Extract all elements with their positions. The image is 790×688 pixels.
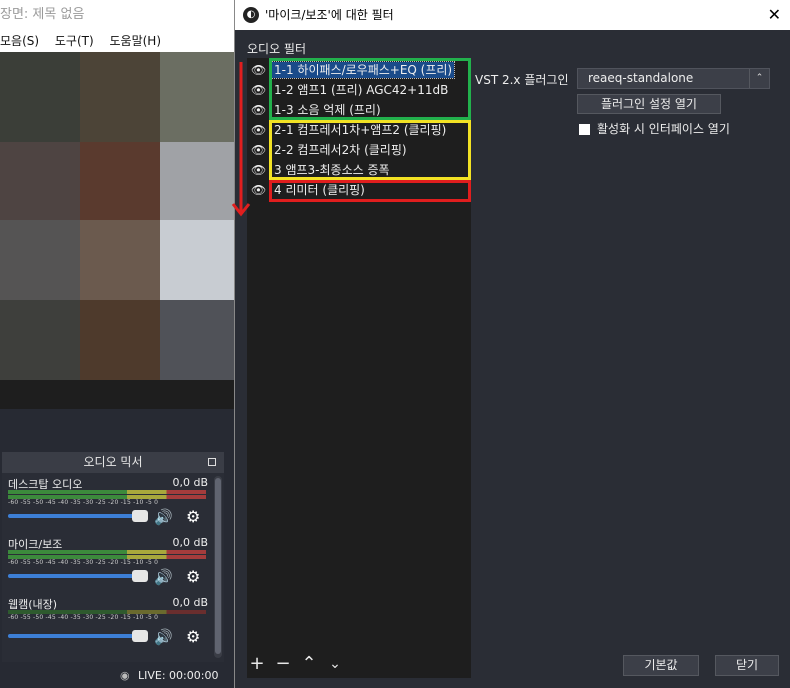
obs-logo-icon: ◐ — [243, 7, 259, 23]
dialog-title: '마이크/보조'에 대한 필터 — [265, 8, 394, 22]
plugin-select[interactable]: reaeq-standalone ⌃ — [577, 68, 770, 89]
obs-main-window: 장면: 제목 없음 모음(S) 도구(T) 도움말(H) 오디오 믹서 데스크탑… — [0, 0, 234, 688]
undock-icon[interactable] — [208, 458, 216, 466]
close-button[interactable]: 닫기 — [715, 655, 779, 676]
down-arrow-annotation — [231, 62, 251, 217]
broadcast-icon: ◉ — [120, 669, 130, 682]
audio-mixer-panel: 오디오 믹서 데스크탑 오디오 0,0 dB -60 -55 -50 -45 -… — [2, 452, 224, 662]
move-down-icon[interactable]: ⌄ — [325, 654, 345, 674]
remove-icon[interactable]: − — [273, 654, 293, 674]
menu-help[interactable]: 도움말(H) — [110, 34, 162, 48]
mixer-channel-desktop: 데스크탑 오디오 0,0 dB -60 -55 -50 -45 -40 -35 … — [6, 476, 212, 534]
main-menubar: 모음(S) 도구(T) 도움말(H) — [0, 30, 234, 52]
main-window-title: 장면: 제목 없음 — [0, 0, 234, 30]
gear-icon[interactable]: ⚙ — [186, 508, 204, 526]
mixer-channel-mic: 마이크/보조 0,0 dB -60 -55 -50 -45 -40 -35 -3… — [6, 536, 212, 594]
annotation-box-group2 — [269, 120, 471, 180]
plugin-type-label: VST 2.x 플러그인 — [475, 73, 569, 87]
open-plugin-settings-button[interactable]: 플러그인 설정 열기 — [577, 94, 721, 114]
volume-slider-handle[interactable] — [132, 630, 148, 642]
updown-icon: ⌃ — [749, 69, 769, 88]
meter-scale: -60 -55 -50 -45 -40 -35 -30 -25 -20 -15 … — [8, 614, 159, 621]
filters-dialog: ◐ '마이크/보조'에 대한 필터 ✕ 오디오 필터 👁 1-1 하이패스/로우… — [231, 0, 790, 688]
open-interface-label: 활성화 시 인터페이스 열기 — [597, 122, 730, 136]
volume-slider[interactable] — [8, 634, 148, 638]
menu-tools[interactable]: 도구(T) — [55, 34, 94, 48]
speaker-icon[interactable]: 🔊 — [154, 569, 176, 585]
audio-mixer-title: 오디오 믹서 — [2, 452, 224, 473]
dialog-titlebar: ◐ '마이크/보조'에 대한 필터 ✕ — [235, 0, 790, 30]
menu-scene-collection[interactable]: 모음(S) — [0, 34, 39, 48]
volume-meter — [8, 490, 206, 494]
mixer-scrollbar[interactable] — [214, 476, 222, 658]
add-icon[interactable]: + — [247, 654, 267, 674]
mixer-channel-webcam: 웹캠(내장) 0,0 dB -60 -55 -50 -45 -40 -35 -3… — [6, 596, 212, 654]
volume-slider[interactable] — [8, 514, 148, 518]
annotation-box-group1 — [269, 58, 471, 120]
close-icon[interactable]: ✕ — [768, 0, 781, 30]
volume-meter — [8, 550, 206, 554]
volume-slider-handle[interactable] — [132, 510, 148, 522]
volume-slider[interactable] — [8, 574, 148, 578]
preview-canvas[interactable] — [0, 52, 234, 409]
speaker-icon[interactable]: 🔊 — [154, 509, 176, 525]
screen: 장면: 제목 없음 모음(S) 도구(T) 도움말(H) 오디오 믹서 데스크탑… — [0, 0, 790, 688]
channel-db: 0,0 dB — [172, 476, 208, 489]
audio-filters-label: 오디오 필터 — [247, 42, 307, 56]
gear-icon[interactable]: ⚙ — [186, 628, 204, 646]
defaults-button[interactable]: 기본값 — [623, 655, 699, 676]
volume-slider-handle[interactable] — [132, 570, 148, 582]
meter-scale: -60 -55 -50 -45 -40 -35 -30 -25 -20 -15 … — [8, 559, 159, 566]
gear-icon[interactable]: ⚙ — [186, 568, 204, 586]
channel-db: 0,0 dB — [172, 536, 208, 549]
live-status: ◉ LIVE: 00:00:00 — [120, 666, 230, 686]
open-interface-checkbox[interactable] — [579, 124, 590, 135]
meter-scale: -60 -55 -50 -45 -40 -35 -30 -25 -20 -15 … — [8, 499, 159, 506]
move-up-icon[interactable]: ⌃ — [299, 654, 319, 674]
speaker-icon[interactable]: 🔊 — [154, 629, 176, 645]
annotation-box-group3 — [269, 180, 471, 202]
channel-db: 0,0 dB — [172, 596, 208, 609]
